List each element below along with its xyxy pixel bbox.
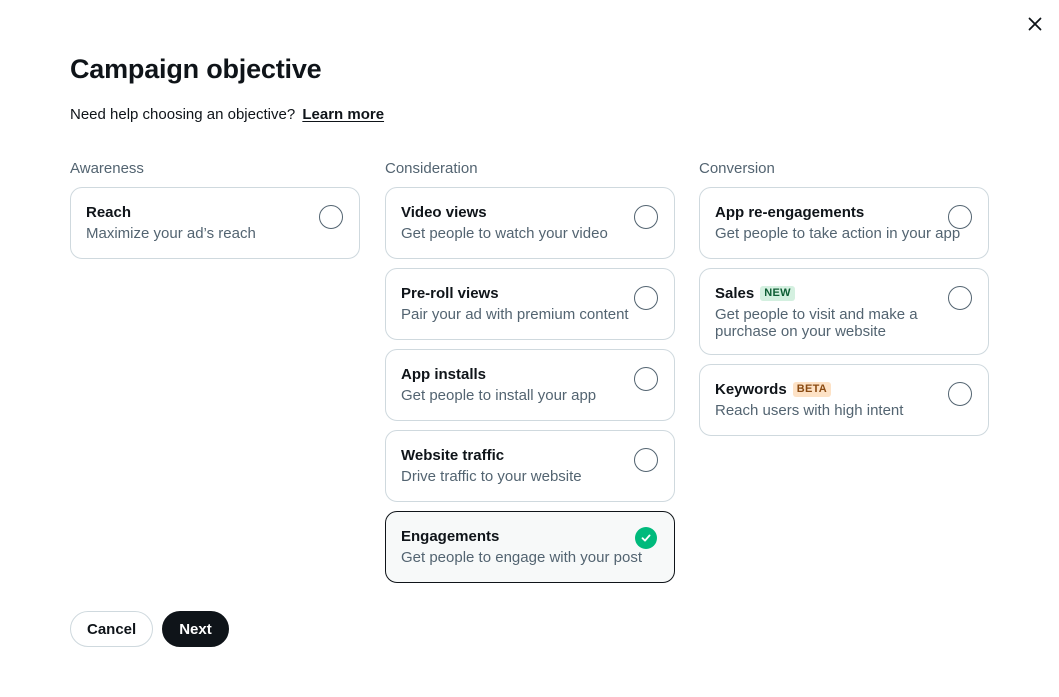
objective-card-sales[interactable]: Sales NEW Get people to visit and make a…	[699, 268, 989, 355]
objective-card-website-traffic[interactable]: Website traffic Drive traffic to your we…	[385, 430, 675, 502]
objective-card-keywords[interactable]: Keywords BETA Reach users with high inte…	[699, 364, 989, 436]
column-header-conversion: Conversion	[699, 160, 775, 177]
objective-title: Video views	[401, 204, 487, 221]
objective-card-video-views[interactable]: Video views Get people to watch your vid…	[385, 187, 675, 259]
page-title: Campaign objective	[70, 54, 322, 84]
objective-card-engagements[interactable]: Engagements Get people to engage with yo…	[385, 511, 675, 583]
objective-title: Website traffic	[401, 447, 505, 464]
objective-title: Engagements	[401, 528, 500, 545]
objective-title: Sales	[715, 285, 755, 302]
radio-button[interactable]	[948, 382, 972, 406]
dialog-footer: Cancel Next	[70, 611, 229, 647]
new-badge: NEW	[760, 286, 795, 301]
check-icon	[641, 534, 651, 542]
objective-description: Pair your ad with premium content	[401, 306, 629, 323]
close-button[interactable]	[1024, 13, 1046, 35]
objective-title: App installs	[401, 366, 487, 383]
objective-title-row: Keywords BETA	[715, 380, 940, 399]
help-text-row: Need help choosing an objective? Learn m…	[70, 106, 384, 123]
objective-card-reach[interactable]: Reach Maximize your ad’s reach	[70, 187, 360, 259]
radio-button[interactable]	[634, 367, 658, 391]
objective-description: Drive traffic to your website	[401, 468, 582, 485]
objective-title: Pre-roll views	[401, 285, 499, 302]
objective-description: Get people to take action in your app	[715, 225, 961, 242]
objective-description: Get people to visit and make a purchase …	[715, 306, 918, 340]
objective-card-app-installs[interactable]: App installs Get people to install your …	[385, 349, 675, 421]
radio-button[interactable]	[634, 448, 658, 472]
beta-badge: BETA	[792, 382, 832, 397]
radio-button[interactable]	[634, 205, 658, 229]
objective-card-app-re-engagements[interactable]: App re-engagements Get people to take ac…	[699, 187, 989, 259]
radio-button[interactable]	[948, 205, 972, 229]
objective-title: Reach	[86, 204, 132, 221]
help-text: Need help choosing an objective?	[70, 106, 296, 123]
objective-description: Get people to install your app	[401, 387, 597, 404]
objective-description: Get people to watch your video	[401, 225, 608, 242]
column-header-consideration: Consideration	[385, 160, 478, 177]
consideration-column: Consideration Video views Get people to …	[385, 160, 676, 592]
close-icon	[1028, 17, 1042, 31]
radio-button[interactable]	[319, 205, 343, 229]
objective-description: Reach users with high intent	[715, 402, 904, 419]
learn-more-link[interactable]: Learn more	[302, 106, 384, 123]
campaign-objective-dialog: Campaign objective Need help choosing an…	[0, 0, 1059, 697]
radio-button[interactable]	[634, 286, 658, 310]
objective-description: Get people to engage with your post	[401, 549, 642, 566]
radio-button-selected[interactable]	[635, 527, 657, 549]
cancel-button[interactable]: Cancel	[70, 611, 154, 647]
awareness-column: Awareness Reach Maximize your ad’s reach	[70, 160, 361, 268]
objective-title: Keywords	[715, 381, 787, 398]
objective-title: App re-engagements	[715, 204, 865, 221]
objective-card-pre-roll-views[interactable]: Pre-roll views Pair your ad with premium…	[385, 268, 675, 340]
radio-button[interactable]	[948, 286, 972, 310]
objective-description: Maximize your ad’s reach	[86, 225, 256, 242]
conversion-column: Conversion App re-engagements Get people…	[699, 160, 990, 445]
column-header-awareness: Awareness	[70, 160, 144, 177]
next-button[interactable]: Next	[162, 611, 229, 647]
objective-title-row: Sales NEW	[715, 284, 924, 303]
